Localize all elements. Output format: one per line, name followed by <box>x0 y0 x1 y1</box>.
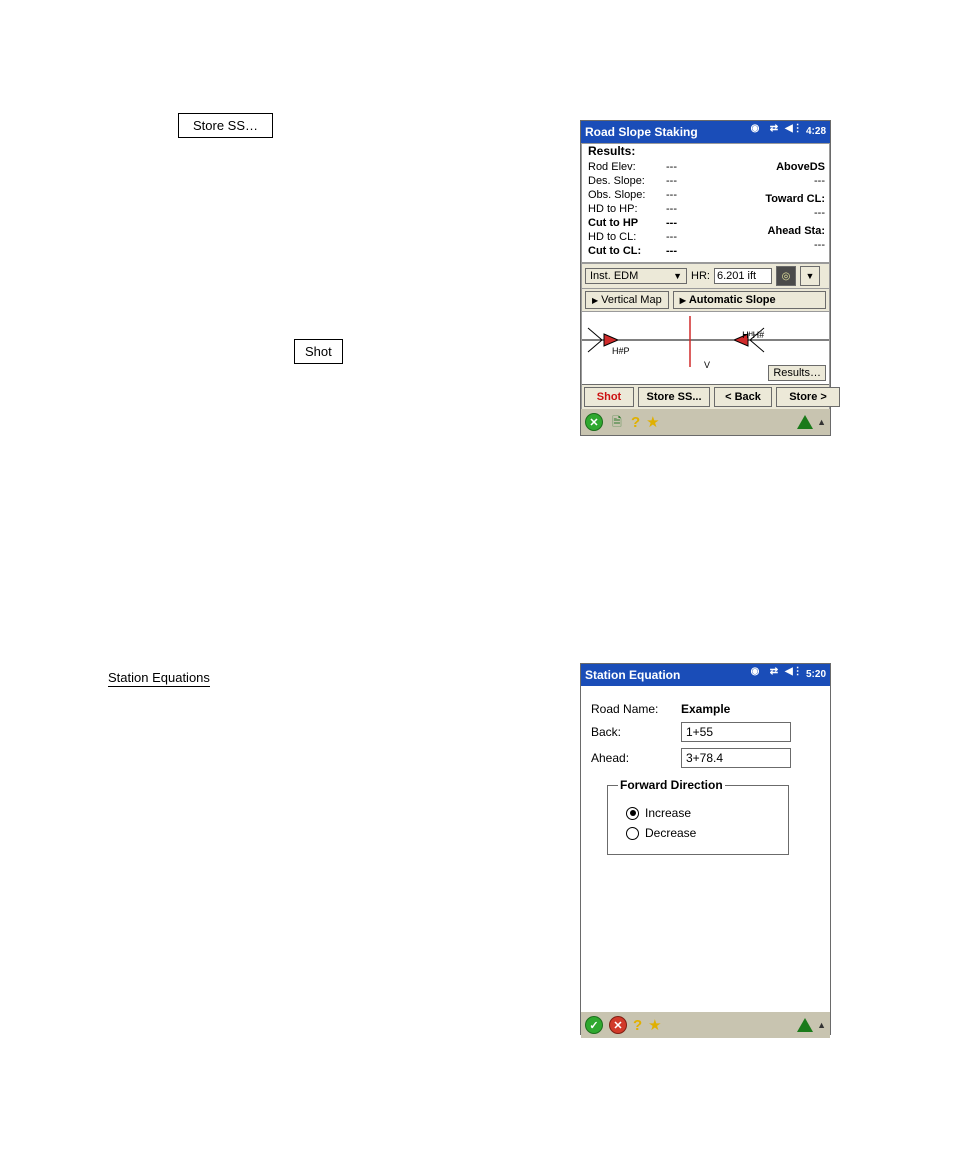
hr-row: Inst. EDM ▼ HR: 6.201 ift ◎ ▼ <box>582 263 829 289</box>
result-label: HD to HP: <box>588 202 666 216</box>
ok-icon[interactable]: ✓ <box>585 1016 603 1034</box>
toward-cl-value: --- <box>814 207 825 219</box>
favorite-icon[interactable]: ★ <box>648 1016 661 1034</box>
radio-selected-icon <box>626 807 639 820</box>
chevron-down-icon: ▼ <box>673 271 682 281</box>
hr-input[interactable]: 6.201 ift <box>714 268 772 284</box>
result-label: Obs. Slope: <box>588 188 666 202</box>
hr-label: HR: <box>691 270 710 282</box>
map-v-label: V <box>704 360 710 370</box>
window-title: Station Equation <box>585 668 747 682</box>
ahead-sta-label: Ahead Sta: <box>768 225 825 237</box>
speaker-icon: ◀⋮ <box>785 124 801 140</box>
decrease-label: Decrease <box>645 826 696 840</box>
help-icon[interactable]: ? <box>633 1017 642 1034</box>
tri-right-icon: ▶ <box>592 296 598 305</box>
above-ds-value: --- <box>814 175 825 187</box>
clock: 4:28 <box>806 127 826 137</box>
map-right-label: ᕼᴴH# <box>742 330 764 341</box>
forward-direction-group: Forward Direction Increase Decrease <box>607 778 789 855</box>
results-panel: Results: Rod Elev:---Des. Slope:---Obs. … <box>581 143 830 263</box>
result-value: --- <box>666 244 677 258</box>
station-equation-window: Station Equation ◉ ⇄ ◀⋮ 5:20 Road Name: … <box>580 663 831 1035</box>
result-label: Des. Slope: <box>588 174 666 188</box>
result-value: --- <box>666 188 677 202</box>
vertical-map-tab[interactable]: ▶ Vertical Map <box>585 291 669 309</box>
speaker-icon: ◀⋮ <box>785 667 801 683</box>
result-value: --- <box>666 174 677 188</box>
hr-dropdown-button[interactable]: ▼ <box>800 266 820 286</box>
store-ss-button[interactable]: Store SS... <box>638 387 710 407</box>
tabs-row: ▶ Vertical Map ▶ Automatic Slope <box>582 289 829 311</box>
result-value: --- <box>666 216 677 230</box>
increase-label: Increase <box>645 806 691 820</box>
shot-button[interactable]: Shot <box>584 387 634 407</box>
result-label: Rod Elev: <box>588 160 666 174</box>
inst-edm-select[interactable]: Inst. EDM ▼ <box>585 268 687 284</box>
radio-unselected-icon <box>626 827 639 840</box>
result-value: --- <box>666 202 677 216</box>
warning-icon[interactable] <box>797 1018 813 1032</box>
back-label: Back: <box>591 725 681 739</box>
target-icon: ◎ <box>782 271 791 282</box>
inst-edm-value: Inst. EDM <box>590 270 638 282</box>
result-label: Cut to CL: <box>588 244 666 258</box>
road-slope-staking-window: Road Slope Staking ◉ ⇄ ◀⋮ 4:28 Results: … <box>580 120 831 436</box>
close-icon[interactable]: ✕ <box>585 413 603 431</box>
globe-icon: ◉ <box>747 124 763 140</box>
back-input[interactable] <box>681 722 791 742</box>
doc-shot-button: Shot <box>294 339 343 364</box>
forward-direction-legend: Forward Direction <box>618 778 725 792</box>
results-legend: Results: <box>588 144 635 158</box>
back-button[interactable]: < Back <box>714 387 772 407</box>
window-title: Road Slope Staking <box>585 125 747 139</box>
clock: 5:20 <box>806 670 826 680</box>
automatic-slope-tab[interactable]: ▶ Automatic Slope <box>673 291 826 309</box>
caret-up-icon[interactable]: ▲ <box>817 417 826 427</box>
result-label: HD to CL: <box>588 230 666 244</box>
network-icon: ⇄ <box>766 124 782 140</box>
caret-up-icon[interactable]: ▲ <box>817 1020 826 1030</box>
station-equations-heading: Station Equations <box>108 670 210 687</box>
globe-icon: ◉ <box>747 667 763 683</box>
results-button[interactable]: Results… <box>768 365 826 381</box>
ahead-label: Ahead: <box>591 751 681 765</box>
ahead-input[interactable] <box>681 748 791 768</box>
result-value: --- <box>666 160 677 174</box>
cancel-icon[interactable]: ✕ <box>609 1016 627 1034</box>
road-name-value: Example <box>681 702 730 716</box>
ahead-sta-value: --- <box>814 239 825 251</box>
favorite-icon[interactable]: ★ <box>646 413 659 431</box>
automatic-slope-label: Automatic Slope <box>689 294 776 306</box>
toward-cl-label: Toward CL: <box>765 193 825 205</box>
action-row: Shot Store SS... < Back Store > <box>582 384 829 409</box>
increase-option[interactable]: Increase <box>626 806 778 820</box>
result-label: Cut to HP <box>588 216 666 230</box>
result-value: --- <box>666 230 677 244</box>
bottom-toolbar: ✓ ✕ ? ★ ▲ <box>581 1012 830 1038</box>
chevron-down-icon: ▼ <box>805 271 814 281</box>
cross-section-map: H#P ᕼᴴH# V Results… <box>582 311 829 384</box>
map-left-label: H#P <box>612 346 630 356</box>
road-name-label: Road Name: <box>591 702 681 716</box>
store-button[interactable]: Store > <box>776 387 840 407</box>
hr-value: 6.201 ift <box>717 270 756 282</box>
tri-right-icon: ▶ <box>680 296 686 305</box>
hr-settings-button[interactable]: ◎ <box>776 266 796 286</box>
help-icon[interactable]: ? <box>631 414 640 431</box>
decrease-option[interactable]: Decrease <box>626 826 778 840</box>
vertical-map-label: Vertical Map <box>601 294 662 306</box>
titlebar: Road Slope Staking ◉ ⇄ ◀⋮ 4:28 <box>581 121 830 143</box>
network-icon: ⇄ <box>766 667 782 683</box>
clipboard-icon[interactable]: 🗎 <box>609 414 625 430</box>
warning-icon[interactable] <box>797 415 813 429</box>
titlebar: Station Equation ◉ ⇄ ◀⋮ 5:20 <box>581 664 830 686</box>
doc-store-ss-button: Store SS… <box>178 113 273 138</box>
bottom-toolbar: ✕ 🗎 ? ★ ▲ <box>581 409 830 435</box>
above-ds-label: AboveDS <box>776 161 825 173</box>
